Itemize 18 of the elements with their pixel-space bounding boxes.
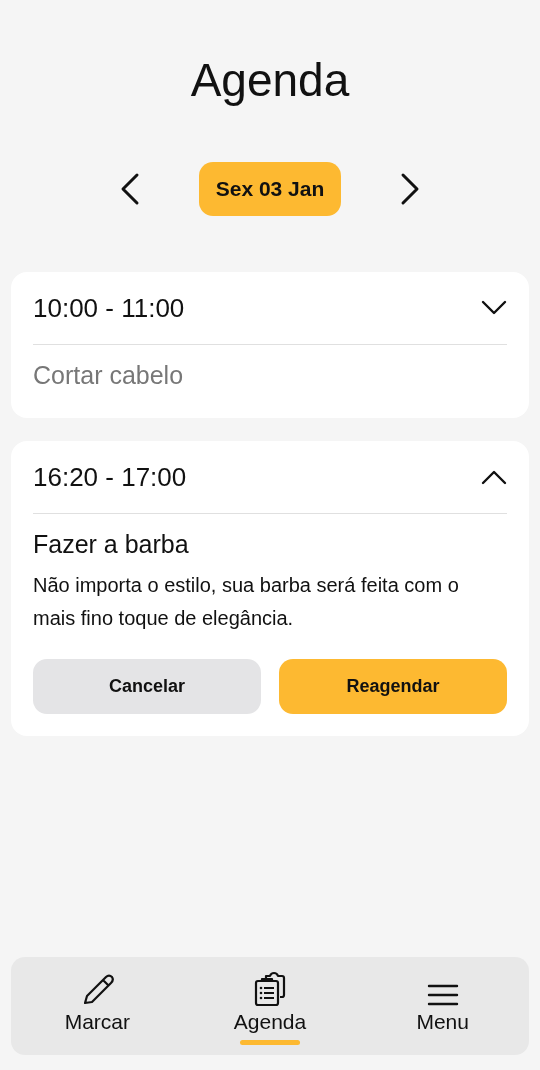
service-name: Cortar cabelo [33, 360, 185, 391]
nav-tab[interactable]: Menu [356, 957, 529, 1055]
next-day-button[interactable] [399, 172, 421, 206]
date-chip: Sex 03 Jan [199, 162, 341, 216]
service-description: Não importa o estilo, sua barba será feita com o mais fino toque de elegância. [33, 573, 460, 631]
nav-tab[interactable]: Agenda [183, 957, 357, 1055]
nav-tab[interactable]: Marcar [11, 957, 184, 1055]
clipboard-icon [253, 971, 287, 1007]
service-name: Fazer a barba [33, 529, 190, 560]
expand-button[interactable] [481, 300, 507, 316]
page-title: Agenda [189, 53, 351, 108]
cancel-button[interactable]: Cancelar [33, 659, 261, 714]
menu-icon [426, 983, 459, 1007]
appointment-time: 16:20 - 17:00 [33, 461, 187, 493]
reschedule-button[interactable]: Reagendar [279, 659, 507, 714]
previous-day-button[interactable] [119, 172, 141, 206]
collapse-button[interactable] [481, 469, 507, 485]
appointment-time: 10:00 - 11:00 [33, 292, 185, 324]
